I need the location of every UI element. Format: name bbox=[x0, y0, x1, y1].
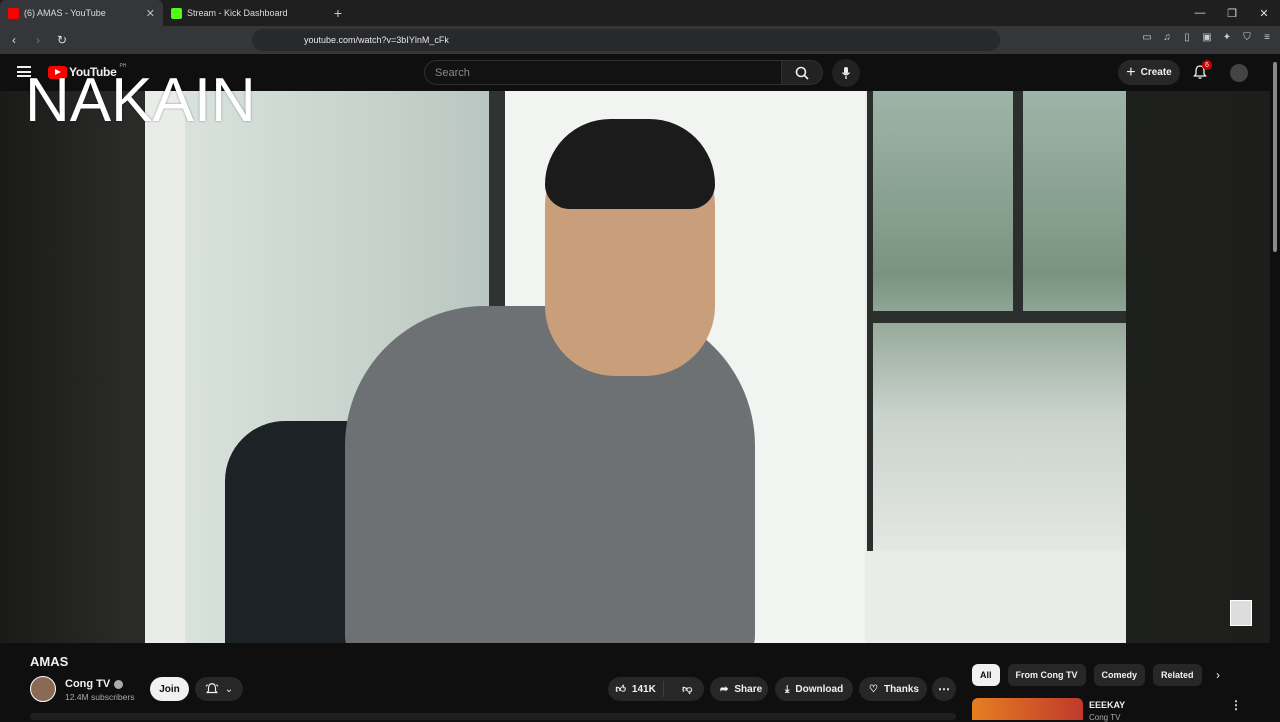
kick-favicon-icon bbox=[171, 7, 182, 19]
close-tab-icon[interactable]: ✕ bbox=[146, 7, 155, 20]
voice-search-button[interactable] bbox=[832, 59, 860, 87]
recommendation-thumbnail[interactable] bbox=[972, 698, 1083, 720]
related-filter-chips: All From Cong TV Comedy Related bbox=[972, 664, 1202, 686]
recommendation-channel: Cong TV bbox=[1089, 713, 1121, 722]
youtube-favicon-icon bbox=[8, 7, 19, 19]
video-player[interactable] bbox=[0, 91, 1270, 643]
tab-title: Stream - Kick Dashboard bbox=[187, 8, 288, 18]
browser-tab-youtube[interactable]: (6) AMAS - YouTube ✕ bbox=[0, 0, 163, 26]
video-caption-overlay: NAKAIN bbox=[25, 66, 256, 135]
new-tab-button[interactable]: + bbox=[326, 0, 350, 26]
like-dislike-group: 👍︎ 141K 👎︎ bbox=[608, 677, 704, 701]
notification-badge: 6 bbox=[1202, 60, 1212, 70]
channel-name[interactable]: Cong TV bbox=[65, 678, 124, 690]
browser-tab-strip: (6) AMAS - YouTube ✕ Stream - Kick Dashb… bbox=[0, 0, 1280, 26]
microphone-icon bbox=[841, 67, 851, 79]
join-button[interactable]: Join bbox=[150, 677, 189, 701]
share-icon: ➦ bbox=[720, 683, 729, 695]
minimize-icon[interactable]: — bbox=[1184, 0, 1216, 26]
back-icon[interactable]: ‹ bbox=[4, 30, 24, 50]
download-icon: ⤓ bbox=[785, 683, 790, 695]
window-image bbox=[867, 91, 1126, 551]
bell-icon bbox=[205, 683, 219, 694]
subscriber-count: 12.4M subscribers bbox=[65, 692, 135, 702]
thanks-button[interactable]: ♡ Thanks bbox=[859, 677, 927, 701]
ai-icon[interactable]: ✦ bbox=[1220, 30, 1234, 44]
subscribed-notification-button[interactable]: ⌄ bbox=[195, 677, 243, 701]
forward-icon[interactable]: › bbox=[28, 30, 48, 50]
menu-icon[interactable]: ≡ bbox=[1260, 30, 1274, 44]
reload-icon[interactable]: ↻ bbox=[52, 30, 72, 50]
download-button[interactable]: ⤓ Download bbox=[775, 677, 853, 701]
dislike-button[interactable]: 👎︎ bbox=[670, 683, 704, 695]
channel-avatar[interactable] bbox=[30, 676, 56, 702]
search-icon bbox=[795, 66, 809, 80]
chip-from-channel[interactable]: From Cong TV bbox=[1007, 664, 1086, 686]
notifications-button[interactable]: 6 bbox=[1192, 60, 1212, 82]
recommendation-title[interactable]: EEEKAY bbox=[1089, 700, 1125, 710]
restore-icon[interactable]: ❐ bbox=[1216, 0, 1248, 26]
browser-tab-kick[interactable]: Stream - Kick Dashboard bbox=[163, 0, 326, 26]
channel-watermark[interactable] bbox=[1230, 600, 1252, 626]
close-window-icon[interactable]: ✕ bbox=[1248, 0, 1280, 26]
thanks-icon: ♡ bbox=[869, 683, 878, 695]
create-label: Create bbox=[1140, 67, 1172, 78]
search-input[interactable]: Search bbox=[424, 60, 782, 85]
shield-icon[interactable]: ⛉ bbox=[1240, 30, 1254, 44]
video-title: AMAS bbox=[30, 654, 69, 669]
browser-toolbar: ‹ › ↻ ⎘ youtube.com/watch?v=3bIYlnM_cFk … bbox=[0, 26, 1280, 54]
create-button[interactable]: + Create bbox=[1118, 60, 1180, 85]
account-avatar[interactable] bbox=[1230, 64, 1248, 82]
sidebar-icon[interactable]: ▯ bbox=[1180, 30, 1194, 44]
chip-all[interactable]: All bbox=[972, 664, 1000, 686]
music-icon[interactable]: ♫ bbox=[1160, 30, 1174, 44]
plus-icon: + bbox=[1126, 63, 1136, 81]
extension-bar: ▭ ♫ ▯ ▣ ✦ ⛉ ≡ bbox=[1140, 30, 1274, 44]
chip-comedy[interactable]: Comedy bbox=[1093, 664, 1146, 686]
description-box[interactable] bbox=[30, 713, 956, 720]
chevron-right-icon[interactable]: › bbox=[1216, 668, 1220, 682]
tab-title: (6) AMAS - YouTube bbox=[24, 8, 106, 18]
like-count: 141K bbox=[631, 683, 656, 695]
search-button[interactable] bbox=[781, 60, 823, 85]
video-frame bbox=[145, 91, 1126, 643]
verified-icon bbox=[114, 679, 124, 689]
share-button[interactable]: ➦ Share bbox=[710, 677, 768, 701]
thumbs-up-icon: 👍︎ bbox=[615, 684, 626, 695]
window-controls: — ❐ ✕ bbox=[1184, 0, 1280, 26]
person-image bbox=[345, 306, 755, 643]
thumbs-down-icon: 👎︎ bbox=[682, 684, 693, 695]
cast-icon[interactable]: ▭ bbox=[1140, 30, 1154, 44]
chip-related[interactable]: Related bbox=[1153, 664, 1202, 686]
more-vertical-icon[interactable]: ⋮ bbox=[1230, 698, 1242, 712]
more-actions-button[interactable]: ⋯ bbox=[932, 677, 956, 701]
chevron-down-icon: ⌄ bbox=[224, 683, 234, 695]
address-bar[interactable]: youtube.com/watch?v=3bIYlnM_cFk bbox=[252, 29, 1000, 51]
address-url: youtube.com/watch?v=3bIYlnM_cFk bbox=[304, 35, 449, 45]
page-scrollbar[interactable] bbox=[1270, 54, 1280, 720]
like-button[interactable]: 👍︎ 141K bbox=[608, 681, 665, 697]
wallet-icon[interactable]: ▣ bbox=[1200, 30, 1214, 44]
